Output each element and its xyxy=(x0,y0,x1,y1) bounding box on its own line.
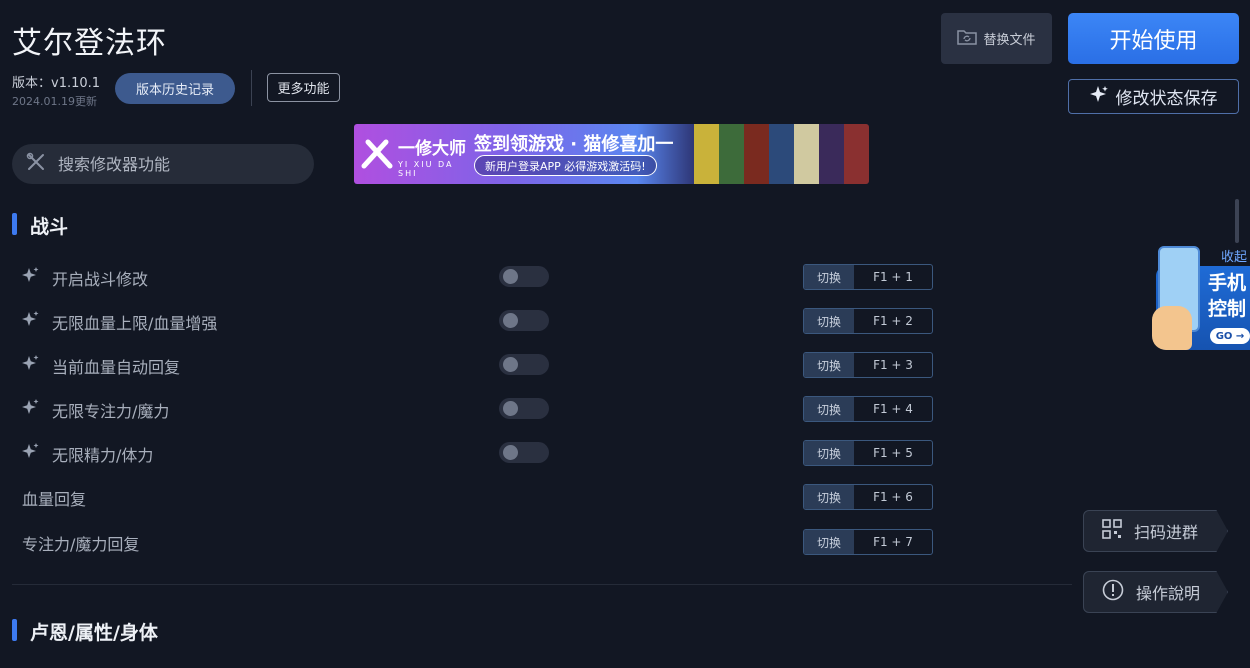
scan-qr-join-group-button[interactable]: 扫码进群 xyxy=(1083,510,1228,552)
hotkey-tag: 切换 xyxy=(804,441,854,465)
hand-icon xyxy=(1152,306,1192,350)
hotkey-key: F1 + 2 xyxy=(873,314,913,328)
feature-row: 专注力/魔力回复 切换 F1 + 7 xyxy=(12,521,1012,563)
feature-label: 无限精力/体力 xyxy=(52,446,154,465)
version-history-button[interactable]: 版本历史记录 xyxy=(115,73,235,104)
hotkey-key: F1 + 1 xyxy=(873,270,913,284)
hotkey-key: F1 + 6 xyxy=(873,490,913,504)
promo-banner[interactable]: 一修大师 YI XIU DA SHI 签到领游戏 · 猫修喜加一 新用户登录AP… xyxy=(354,124,869,184)
banner-logo-title: 一修大师 xyxy=(398,139,466,159)
banner-game-art xyxy=(694,124,869,184)
feature-row: 当前血量自动回复 切换 F1 + 3 xyxy=(12,344,1012,386)
section-accent-bar xyxy=(12,213,17,235)
section-title-rune-attributes: 卢恩/属性/身体 xyxy=(30,622,158,644)
tools-icon xyxy=(26,152,46,176)
hotkey-key: F1 + 3 xyxy=(873,358,913,372)
feature-row: 无限精力/体力 切换 F1 + 5 xyxy=(12,432,1012,474)
hotkey-tag: 切换 xyxy=(804,353,854,377)
feature-label: 当前血量自动回复 xyxy=(52,358,181,377)
feature-label: 无限血量上限/血量增强 xyxy=(52,314,218,333)
info-icon xyxy=(1102,579,1124,605)
hotkey-key: F1 + 4 xyxy=(873,402,913,416)
hotkey-button[interactable]: 切换 F1 + 3 xyxy=(803,352,933,378)
scan-qr-label: 扫码进群 xyxy=(1134,523,1199,542)
feature-toggle[interactable] xyxy=(499,310,549,331)
sparkle-icon xyxy=(22,266,40,288)
section-title-combat: 战斗 xyxy=(30,216,69,238)
hotkey-button[interactable]: 切换 F1 + 5 xyxy=(803,440,933,466)
operation-guide-label: 操作說明 xyxy=(1136,584,1201,603)
hotkey-tag: 切换 xyxy=(804,485,854,509)
feature-row: 无限血量上限/血量增强 切换 F1 + 2 xyxy=(12,300,1012,342)
hotkey-button[interactable]: 切换 F1 + 2 xyxy=(803,308,933,334)
replace-file-button[interactable]: 替换文件 xyxy=(941,13,1052,64)
feature-row: 血量回复 切换 F1 + 6 xyxy=(12,476,1012,518)
collapse-link[interactable]: 收起 xyxy=(1221,246,1247,265)
feature-label: 无限专注力/魔力 xyxy=(52,402,170,421)
app-title: 艾尔登法环 xyxy=(12,26,167,61)
feature-toggle[interactable] xyxy=(499,398,549,419)
feature-label: 血量回复 xyxy=(22,490,87,509)
feature-label: 专注力/魔力回复 xyxy=(22,535,140,554)
go-button[interactable]: GO → xyxy=(1210,328,1250,344)
hotkey-tag: 切换 xyxy=(804,309,854,333)
phone-control-widget[interactable]: 收起 手机控制 GO → xyxy=(1150,240,1250,352)
feature-toggle[interactable] xyxy=(499,442,549,463)
feature-row: 开启战斗修改 切换 F1 + 1 xyxy=(12,256,1012,298)
save-state-button[interactable]: 修改状态保存 xyxy=(1068,79,1239,114)
feature-toggle[interactable] xyxy=(499,266,549,287)
hotkey-key: F1 + 7 xyxy=(873,535,913,549)
header-divider xyxy=(251,70,252,106)
section-divider xyxy=(12,584,1072,585)
search-box[interactable] xyxy=(12,144,314,184)
wrench-icon xyxy=(360,136,394,176)
section-accent-bar xyxy=(12,619,17,641)
hotkey-key: F1 + 5 xyxy=(873,446,913,460)
hotkey-button[interactable]: 切换 F1 + 1 xyxy=(803,264,933,290)
qr-code-icon xyxy=(1102,519,1122,543)
hotkey-tag: 切换 xyxy=(804,530,854,554)
feature-toggle[interactable] xyxy=(499,354,549,375)
search-input[interactable] xyxy=(58,154,288,174)
sparkle-icon xyxy=(22,442,40,464)
folder-swap-icon xyxy=(957,29,978,49)
update-date: 2024.01.19更新 xyxy=(12,95,97,108)
replace-file-label: 替换文件 xyxy=(983,33,1036,48)
sparkle-icon xyxy=(1089,85,1108,108)
sparkle-icon xyxy=(22,398,40,420)
sparkle-icon xyxy=(22,354,40,376)
more-features-button[interactable]: 更多功能 xyxy=(267,73,340,102)
banner-logo-subtitle: YI XIU DA SHI xyxy=(398,160,454,178)
feature-row: 无限专注力/魔力 切换 F1 + 4 xyxy=(12,388,1012,430)
scrollbar-thumb[interactable] xyxy=(1235,199,1239,243)
hotkey-tag: 切换 xyxy=(804,265,854,289)
banner-logo: 一修大师 YI XIU DA SHI xyxy=(358,132,468,178)
hotkey-button[interactable]: 切换 F1 + 7 xyxy=(803,529,933,555)
banner-headline: 签到领游戏 · 猫修喜加一 xyxy=(474,134,674,155)
start-button[interactable]: 开始使用 xyxy=(1068,13,1239,64)
hotkey-button[interactable]: 切换 F1 + 6 xyxy=(803,484,933,510)
phone-control-label: 手机控制 xyxy=(1208,272,1247,320)
operation-guide-button[interactable]: 操作說明 xyxy=(1083,571,1228,613)
hotkey-button[interactable]: 切换 F1 + 4 xyxy=(803,396,933,422)
banner-pill: 新用户登录APP 必得游戏激活码! xyxy=(474,155,657,176)
save-state-label: 修改状态保存 xyxy=(1115,89,1218,109)
hotkey-tag: 切换 xyxy=(804,397,854,421)
feature-label: 开启战斗修改 xyxy=(52,270,149,289)
version-text: 版本：v1.10.1 xyxy=(12,76,101,91)
sparkle-icon xyxy=(22,310,40,332)
